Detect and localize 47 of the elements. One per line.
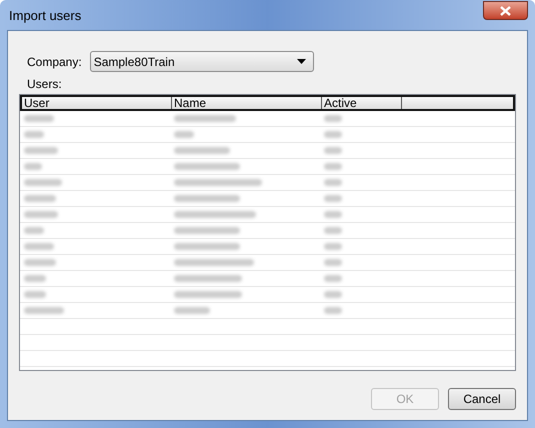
- column-header[interactable]: Name: [172, 97, 322, 109]
- company-label: Company:: [27, 54, 82, 70]
- blurred-text: [324, 275, 342, 282]
- column-header[interactable]: User: [22, 97, 172, 109]
- window-title: Import users: [9, 7, 82, 25]
- blurred-text: [24, 243, 54, 250]
- blurred-text: [324, 195, 342, 202]
- blurred-text: [174, 131, 194, 138]
- blurred-text: [24, 163, 42, 170]
- blurred-text: [324, 131, 342, 138]
- blurred-text: [324, 227, 342, 234]
- blurred-text: [24, 259, 56, 266]
- dialog-button[interactable]: Cancel: [448, 388, 516, 410]
- column-header[interactable]: Active: [322, 97, 402, 109]
- blurred-text: [24, 131, 44, 138]
- blurred-text: [174, 195, 240, 202]
- blurred-text: [324, 211, 342, 218]
- blurred-text: [324, 163, 342, 170]
- users-label: Users:: [27, 76, 63, 93]
- blurred-text: [324, 259, 342, 266]
- blurred-text: [24, 211, 58, 218]
- company-dropdown[interactable]: Sample80Train: [90, 51, 314, 72]
- close-button[interactable]: [483, 1, 528, 20]
- blurred-text: [324, 307, 342, 314]
- blurred-text: [174, 275, 242, 282]
- blurred-text: [24, 275, 46, 282]
- blurred-text: [324, 291, 342, 298]
- blurred-text: [324, 147, 342, 154]
- blurred-text: [174, 227, 240, 234]
- blurred-text: [24, 179, 62, 186]
- blurred-text: [174, 147, 230, 154]
- dropdown-arrow-icon: [296, 59, 306, 64]
- blurred-text: [174, 307, 210, 314]
- blurred-text: [24, 195, 56, 202]
- blurred-text: [324, 115, 342, 122]
- blurred-text: [324, 243, 342, 250]
- blurred-text: [24, 147, 58, 154]
- blurred-text: [24, 307, 64, 314]
- blurred-text: [174, 291, 242, 298]
- blurred-text: [24, 115, 54, 122]
- blurred-text: [174, 243, 240, 250]
- blurred-text: [174, 163, 240, 170]
- blurred-text: [174, 115, 236, 122]
- blurred-text: [24, 291, 46, 298]
- blurred-text: [24, 227, 44, 234]
- close-icon: [500, 6, 511, 16]
- blurred-text: [324, 179, 342, 186]
